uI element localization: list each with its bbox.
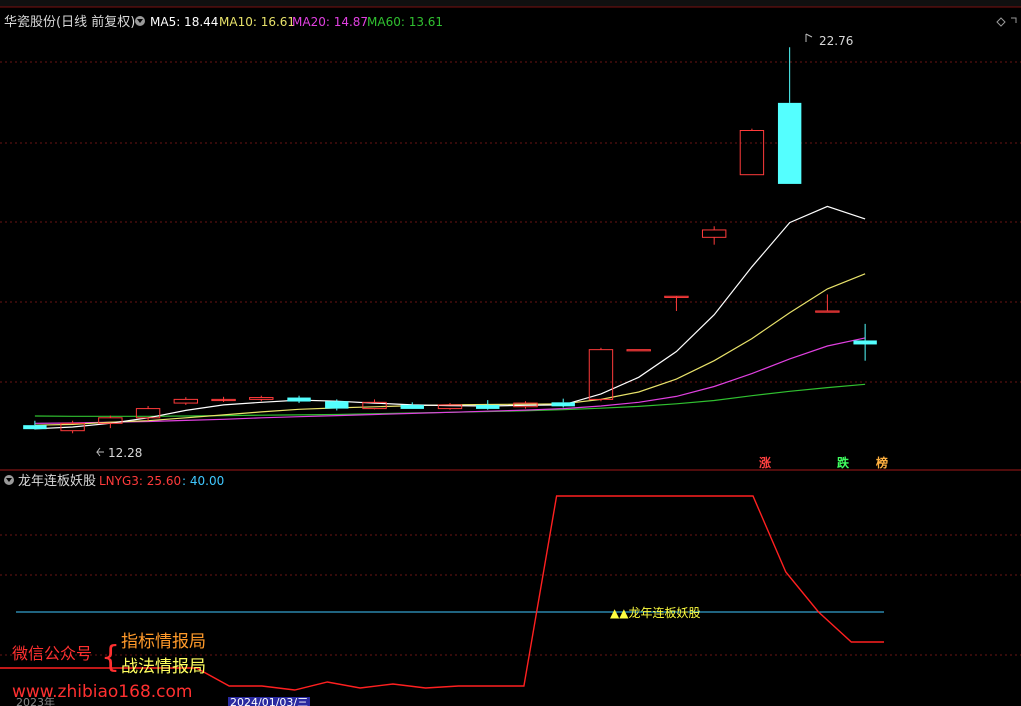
tag-bang[interactable]: 榜 xyxy=(876,455,888,470)
ma60-label: MA60: 13.61 xyxy=(367,15,443,29)
candle-body-up xyxy=(588,349,614,400)
candle[interactable] xyxy=(739,128,765,176)
candle-body-down xyxy=(400,404,424,409)
watermark-line2: 战法情报局 xyxy=(121,657,206,677)
tag-zhang[interactable]: 涨 xyxy=(759,455,771,470)
ma10-line xyxy=(34,273,866,426)
candle-body-up xyxy=(173,398,199,404)
watermark-line1: 指标情报局 xyxy=(121,632,206,652)
diamond-icon[interactable] xyxy=(996,17,1006,27)
ma20-label: MA20: 14.87 xyxy=(292,15,368,29)
watermark-brace: { xyxy=(101,640,120,675)
wechat-account-label: 微信公众号 xyxy=(12,644,92,663)
candle-body-down xyxy=(23,425,47,430)
top-menu-strip[interactable] xyxy=(0,0,1021,7)
candle[interactable] xyxy=(551,398,575,408)
candle-body-down xyxy=(287,397,311,402)
lnyg3-value: LNYG3: 25.60 xyxy=(99,474,181,488)
candle[interactable] xyxy=(23,420,47,430)
signal-label: ▲▲龙年连板妖股 xyxy=(610,605,700,620)
year-label: 2023年 xyxy=(16,695,55,706)
candle-body-down xyxy=(853,340,877,345)
indicator-name: 龙年连板妖股 xyxy=(18,473,96,489)
candle-body-up xyxy=(739,130,765,176)
candle[interactable] xyxy=(400,402,424,409)
candle[interactable] xyxy=(626,349,651,352)
candle[interactable] xyxy=(815,294,840,313)
candle[interactable] xyxy=(853,323,877,361)
candle[interactable] xyxy=(287,395,311,404)
candle-body-up xyxy=(815,310,840,313)
expand-icon[interactable] xyxy=(1011,17,1017,23)
ma10-label: MA10: 16.61 xyxy=(219,15,295,29)
low-arrow-icon xyxy=(96,447,104,457)
date-label: 2024/01/03/三 xyxy=(230,696,308,706)
candle[interactable] xyxy=(664,295,689,311)
candle-body-up xyxy=(249,397,274,400)
candles-group xyxy=(23,47,877,434)
candle[interactable] xyxy=(173,397,199,405)
ma5-line xyxy=(34,205,866,430)
tag-die[interactable]: 跌 xyxy=(837,455,850,470)
ma5-label: MA5: 18.44 xyxy=(150,15,218,29)
candle[interactable] xyxy=(211,396,236,402)
stock-chart-app: 华瓷股份(日线 前复权) MA5: 18.44 MA10: 16.61 MA20… xyxy=(0,0,1021,706)
candle[interactable] xyxy=(777,47,802,184)
high-arrow-icon xyxy=(805,33,813,42)
candle-body-down xyxy=(325,401,349,409)
candle[interactable] xyxy=(701,226,727,245)
candle-body-up xyxy=(701,229,727,238)
chart-canvas[interactable]: 华瓷股份(日线 前复权) MA5: 18.44 MA10: 16.61 MA20… xyxy=(0,0,1021,706)
high-price-label: 22.76 xyxy=(819,34,853,48)
candle[interactable] xyxy=(249,395,274,402)
low-price-label: 12.28 xyxy=(108,446,142,460)
candle[interactable] xyxy=(362,399,387,410)
stock-title: 华瓷股份(日线 前复权) xyxy=(4,14,135,30)
candle[interactable] xyxy=(588,347,614,402)
candle[interactable] xyxy=(437,403,463,410)
price-grid xyxy=(0,61,1021,383)
candle-body-up xyxy=(626,349,651,352)
candle-body-down xyxy=(476,404,500,409)
candle-body-down xyxy=(551,402,575,407)
candle[interactable] xyxy=(476,400,500,410)
threshold-value: : 40.00 xyxy=(182,474,224,488)
candle-body-down xyxy=(777,102,802,184)
